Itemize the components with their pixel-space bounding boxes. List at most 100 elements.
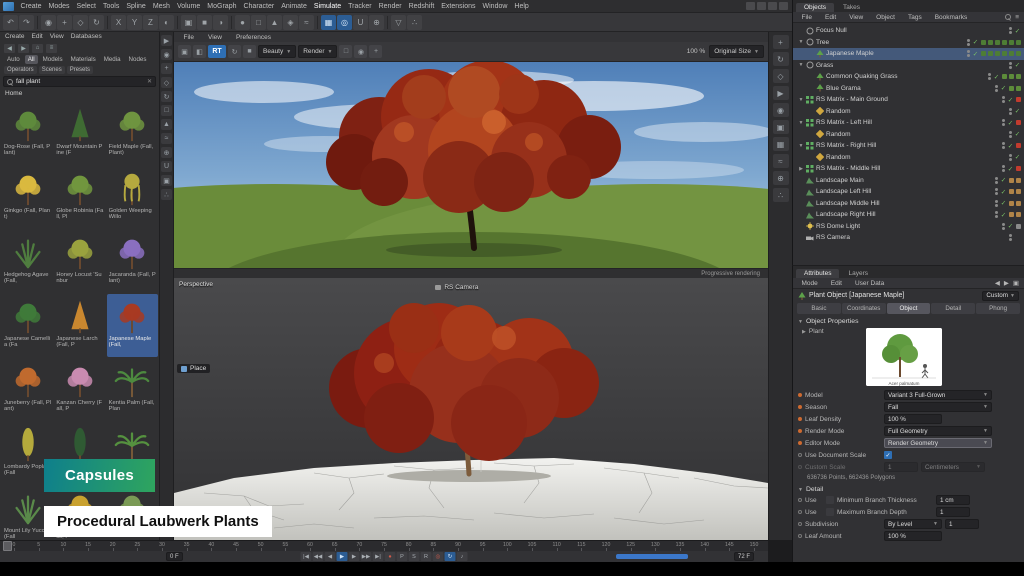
back-icon[interactable]: ◀ [4, 44, 15, 53]
enabled-toggle[interactable]: ✓ [1000, 176, 1007, 184]
enabled-toggle[interactable]: ✓ [1007, 119, 1014, 127]
keyframe-dot[interactable] [798, 393, 802, 397]
object-name[interactable]: RS Dome Light [816, 223, 860, 230]
simulation-icon[interactable]: ▦ [321, 15, 336, 30]
workplane-mode-icon[interactable]: ∴ [773, 188, 789, 202]
material-tag-icon[interactable] [1009, 212, 1014, 217]
region-render-icon[interactable]: □ [339, 45, 352, 58]
object-row[interactable]: Random✓ [793, 152, 1024, 164]
layout-icon[interactable] [768, 2, 777, 10]
asset-tab-all[interactable]: All [25, 55, 38, 64]
enabled-toggle[interactable]: ✓ [1007, 96, 1014, 104]
object-row[interactable]: Landscape Left Hill✓ [793, 186, 1024, 198]
snapshot-icon[interactable]: ▣ [178, 45, 191, 58]
texture-mode-icon[interactable]: ≈ [773, 154, 789, 168]
object-row[interactable]: ▼Tree✓ [793, 37, 1024, 49]
menu-spline[interactable]: Spline [123, 0, 149, 13]
layout-icon[interactable] [757, 2, 766, 10]
expander-icon[interactable]: ▼ [797, 39, 805, 45]
object-name[interactable]: RS Matrix - Left Hill [816, 119, 872, 126]
scale-icon[interactable]: ◇ [73, 15, 88, 30]
asset-menu-databases[interactable]: Databases [70, 32, 103, 42]
prev-key-button[interactable]: ◀◀ [313, 552, 324, 561]
use-document-scale-checkbox[interactable]: ✓ [884, 451, 892, 459]
timeline-ruler[interactable]: 0510152025303540455055606570758085909510… [0, 540, 768, 551]
keyframe-dot[interactable] [798, 429, 802, 433]
render-mode-dropdown[interactable]: Full Geometry▼ [884, 426, 992, 436]
home-icon[interactable]: ⌂ [32, 44, 43, 53]
om-menu-bookmarks[interactable]: Bookmarks [931, 11, 971, 24]
keyframe-dot[interactable] [798, 534, 802, 538]
pen-tool-icon[interactable]: ▲ [161, 119, 172, 130]
material-tag-icon[interactable] [1009, 178, 1014, 183]
am-forward-icon[interactable]: ▶ [1004, 279, 1009, 287]
timeline-scrollbar-handle[interactable] [616, 554, 688, 559]
menu-help[interactable]: Help [511, 0, 532, 13]
rotate-tool-icon[interactable]: ↻ [161, 91, 172, 102]
material-tag-icon[interactable] [1016, 178, 1021, 183]
cube-tool-icon[interactable]: □ [161, 105, 172, 116]
subdivision-dropdown[interactable]: By Level▼ [884, 519, 942, 529]
keyframe-dot[interactable] [798, 453, 802, 457]
play-button[interactable]: ▶ [337, 552, 348, 561]
scale-tool-icon[interactable]: ◇ [161, 77, 172, 88]
unit-dropdown[interactable]: Centimeters▼ [921, 462, 985, 472]
om-menu-file[interactable]: File [798, 11, 815, 24]
custom-scale-field[interactable]: 1 [884, 462, 918, 472]
size-dropdown[interactable]: Original Size▼ [709, 45, 764, 58]
object-row[interactable]: Blue Grama✓ [793, 83, 1024, 95]
object-row[interactable]: Japanese Maple✓ [793, 48, 1024, 60]
visibility-dots[interactable] [1002, 96, 1005, 103]
visibility-dots[interactable] [1002, 223, 1005, 230]
redo-icon[interactable]: ↷ [19, 15, 34, 30]
menu-mesh[interactable]: Mesh [149, 0, 173, 13]
object-name[interactable]: Tree [816, 39, 829, 46]
pen-icon[interactable]: ▲ [267, 15, 282, 30]
material-tag-icon[interactable] [1009, 86, 1014, 91]
menu-extensions[interactable]: Extensions [438, 0, 479, 13]
asset-plant-item[interactable]: Japanese Maple (Fall, [107, 294, 158, 357]
menu-create[interactable]: Create [17, 0, 45, 13]
axis-mode-icon[interactable]: ⊕ [773, 171, 789, 185]
model-dropdown[interactable]: Variant 3 Full-Grown▼ [884, 390, 992, 400]
layout-icon[interactable] [779, 2, 788, 10]
object-name[interactable]: Random [826, 131, 851, 138]
visibility-dots[interactable] [995, 85, 998, 92]
asset-plant-item[interactable]: Ginkgo (Fall, Plant) [2, 166, 53, 229]
breadcrumb[interactable]: Home [0, 88, 159, 99]
object-name[interactable]: Landscape Right Hill [816, 211, 876, 218]
object-name[interactable]: RS Matrix - Main Ground [816, 96, 888, 103]
visibility-dots[interactable] [1009, 234, 1012, 241]
asset-tab-materials[interactable]: Materials [68, 55, 99, 64]
enabled-toggle[interactable]: ✓ [1007, 222, 1014, 230]
material-tag-icon[interactable] [1009, 189, 1014, 194]
menu-modes[interactable]: Modes [45, 0, 73, 13]
attr-tab-object[interactable]: Object [887, 303, 931, 314]
visibility-dots[interactable] [995, 200, 998, 207]
material-tag-icon[interactable] [1016, 201, 1021, 206]
object-row[interactable]: Random✓ [793, 129, 1024, 141]
expander-icon[interactable]: ▼ [797, 97, 805, 103]
om-search-icon[interactable] [1005, 14, 1011, 20]
subdivision-level-field[interactable]: 1 [945, 519, 979, 529]
menu-render[interactable]: Render [375, 0, 405, 13]
attr-tab-basic[interactable]: Basic [797, 303, 841, 314]
magnet-tool-icon[interactable]: U [161, 161, 172, 172]
expander-icon[interactable]: ▼ [797, 62, 805, 68]
visibility-dots[interactable] [988, 73, 991, 80]
deform-tool-icon[interactable]: ≈ [161, 133, 172, 144]
keyframe-dot[interactable] [798, 441, 802, 445]
clear-search-icon[interactable]: ✕ [147, 78, 152, 85]
list-view-icon[interactable]: ≡ [46, 44, 57, 53]
key-position-button[interactable]: P [397, 552, 408, 561]
visibility-dots[interactable] [995, 188, 998, 195]
rotate-mode-icon[interactable]: ↻ [773, 52, 789, 66]
object-name[interactable]: Landscape Main [816, 177, 864, 184]
prev-frame-button[interactable]: ◀ [325, 552, 336, 561]
object-row[interactable]: ▶RS Matrix - Middle Hill✓ [793, 163, 1024, 175]
object-row[interactable]: RS Dome Light ✓ [793, 221, 1024, 233]
material-tag-icon[interactable] [981, 51, 986, 56]
section-detail[interactable]: ▼Detail [793, 483, 1024, 494]
workplane-icon[interactable]: ▽ [391, 15, 406, 30]
asset-menu-create[interactable]: Create [4, 32, 26, 42]
